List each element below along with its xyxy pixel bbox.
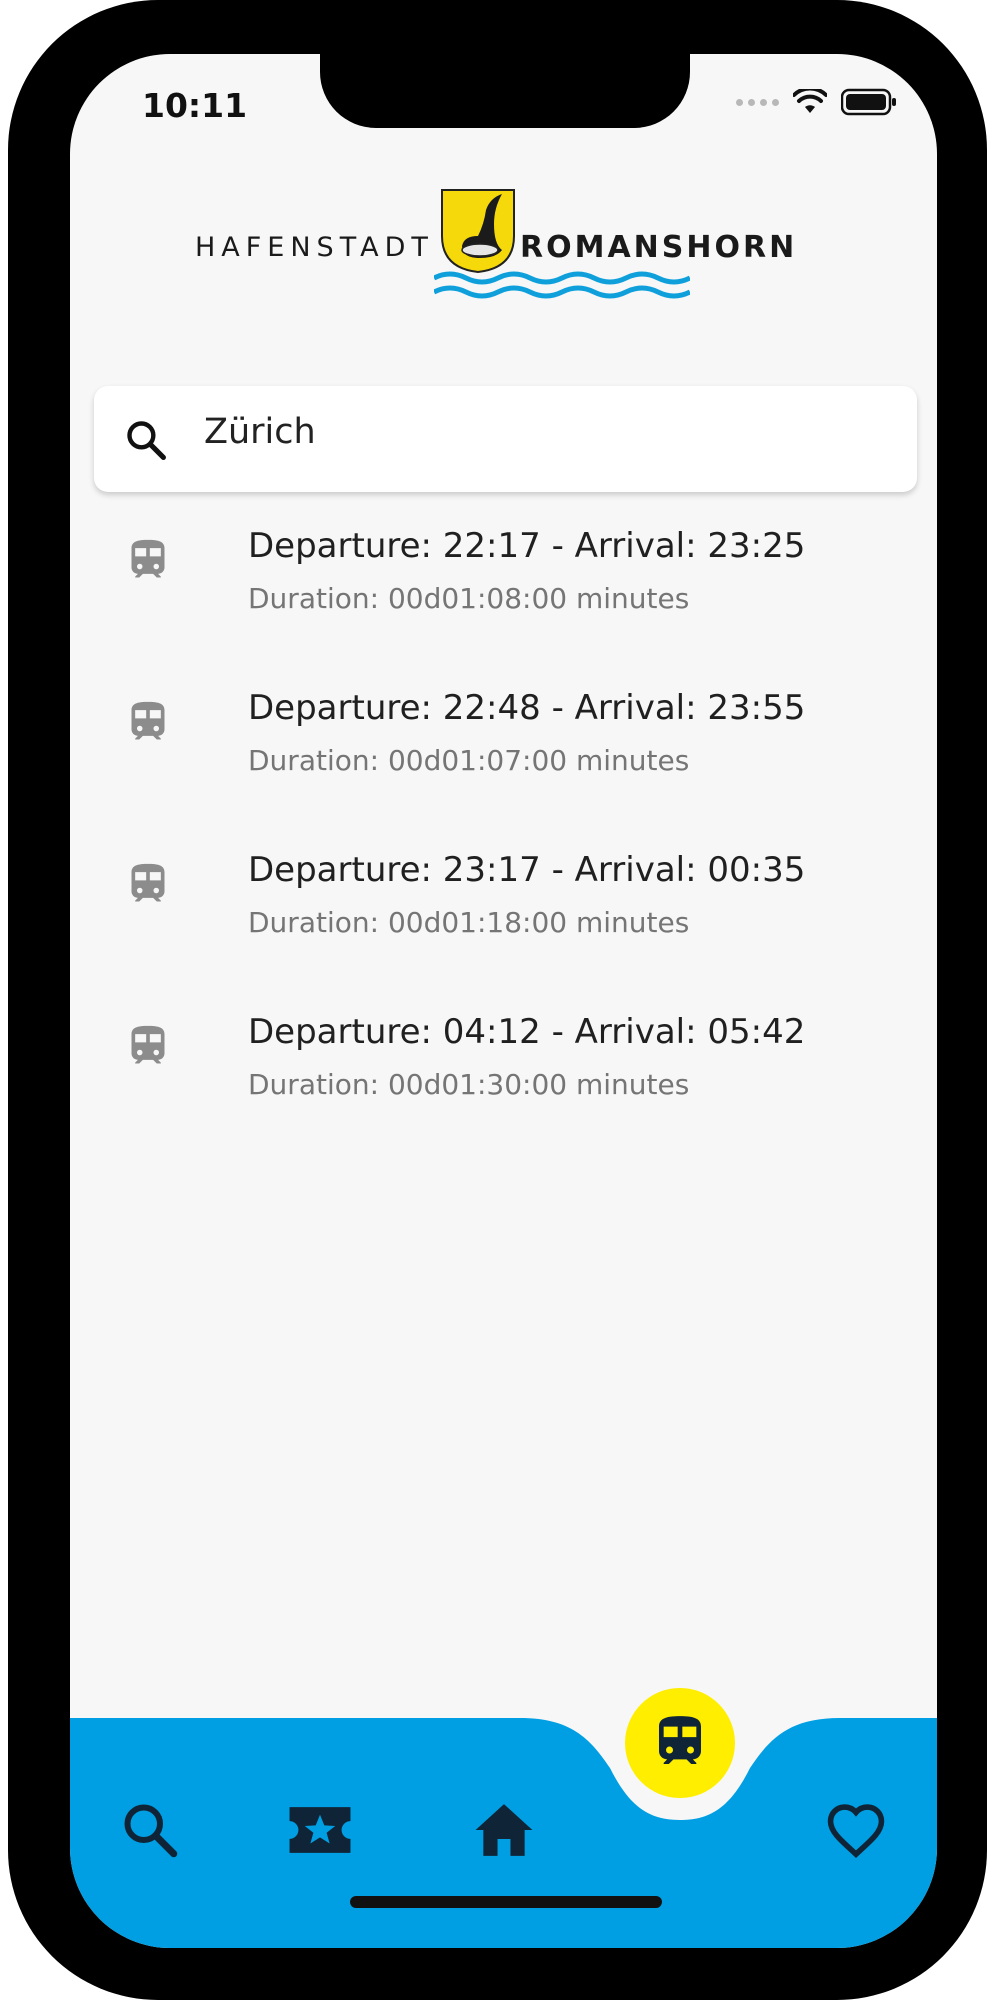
phone-frame: 10:11 HAFENSTADT ROMANSHORN Zürich Depar… (8, 0, 987, 2000)
train-icon (131, 863, 165, 902)
notch (320, 54, 690, 128)
mute-switch (8, 400, 22, 482)
result-subtitle: Duration: 00d01:30:00 minutes (248, 1068, 690, 1101)
logo-right-text: ROMANSHORN (520, 230, 798, 265)
ticket-star-icon (289, 1807, 351, 1853)
battery-icon (841, 88, 896, 116)
volume-down-button (8, 735, 22, 890)
home-indicator[interactable] (350, 1896, 662, 1908)
result-title: Departure: 22:48 - Arrival: 23:55 (248, 688, 806, 728)
nav-search-button[interactable] (110, 1790, 190, 1870)
logo-left-text: HAFENSTADT (195, 232, 434, 263)
status-icons (736, 88, 897, 116)
train-icon (131, 539, 165, 578)
nav-home-button[interactable] (464, 1790, 544, 1870)
train-icon (131, 1025, 165, 1064)
status-time: 10:11 (142, 86, 248, 125)
power-button (973, 595, 987, 835)
result-title: Departure: 23:17 - Arrival: 00:35 (248, 850, 806, 890)
train-icon (131, 701, 165, 740)
nav-favorites-button[interactable] (816, 1790, 896, 1870)
waves-icon (434, 271, 690, 299)
result-title: Departure: 04:12 - Arrival: 05:42 (248, 1012, 806, 1052)
list-item[interactable]: Departure: 22:48 - Arrival: 23:55 Durati… (70, 686, 937, 848)
search-value[interactable]: Zürich (204, 412, 316, 452)
home-icon (475, 1804, 533, 1856)
heart-icon (827, 1804, 885, 1858)
volume-up-button (8, 540, 22, 695)
list-item[interactable]: Departure: 04:12 - Arrival: 05:42 Durati… (70, 1010, 937, 1172)
town-logo: HAFENSTADT ROMANSHORN (70, 188, 937, 308)
result-subtitle: Duration: 00d01:08:00 minutes (248, 582, 690, 615)
list-item[interactable]: Departure: 23:17 - Arrival: 00:35 Durati… (70, 848, 937, 1010)
nav-tickets-button[interactable] (280, 1790, 360, 1870)
signal-dots-icon (736, 98, 779, 106)
nav-trains-button[interactable] (625, 1688, 735, 1798)
result-subtitle: Duration: 00d01:18:00 minutes (248, 906, 690, 939)
bottom-navigation (70, 1688, 937, 1948)
search-icon (127, 421, 166, 460)
crest-icon (441, 189, 515, 274)
list-item[interactable]: Departure: 22:17 - Arrival: 23:25 Durati… (70, 524, 937, 686)
train-icon (659, 1716, 701, 1764)
results-list: Departure: 22:17 - Arrival: 23:25 Durati… (70, 524, 937, 1172)
result-subtitle: Duration: 00d01:07:00 minutes (248, 744, 690, 777)
wifi-icon (793, 89, 827, 113)
result-title: Departure: 22:17 - Arrival: 23:25 (248, 526, 806, 566)
search-icon (124, 1804, 178, 1858)
search-input[interactable]: Zürich (94, 386, 917, 492)
screen: 10:11 HAFENSTADT ROMANSHORN Zürich Depar… (70, 54, 937, 1948)
